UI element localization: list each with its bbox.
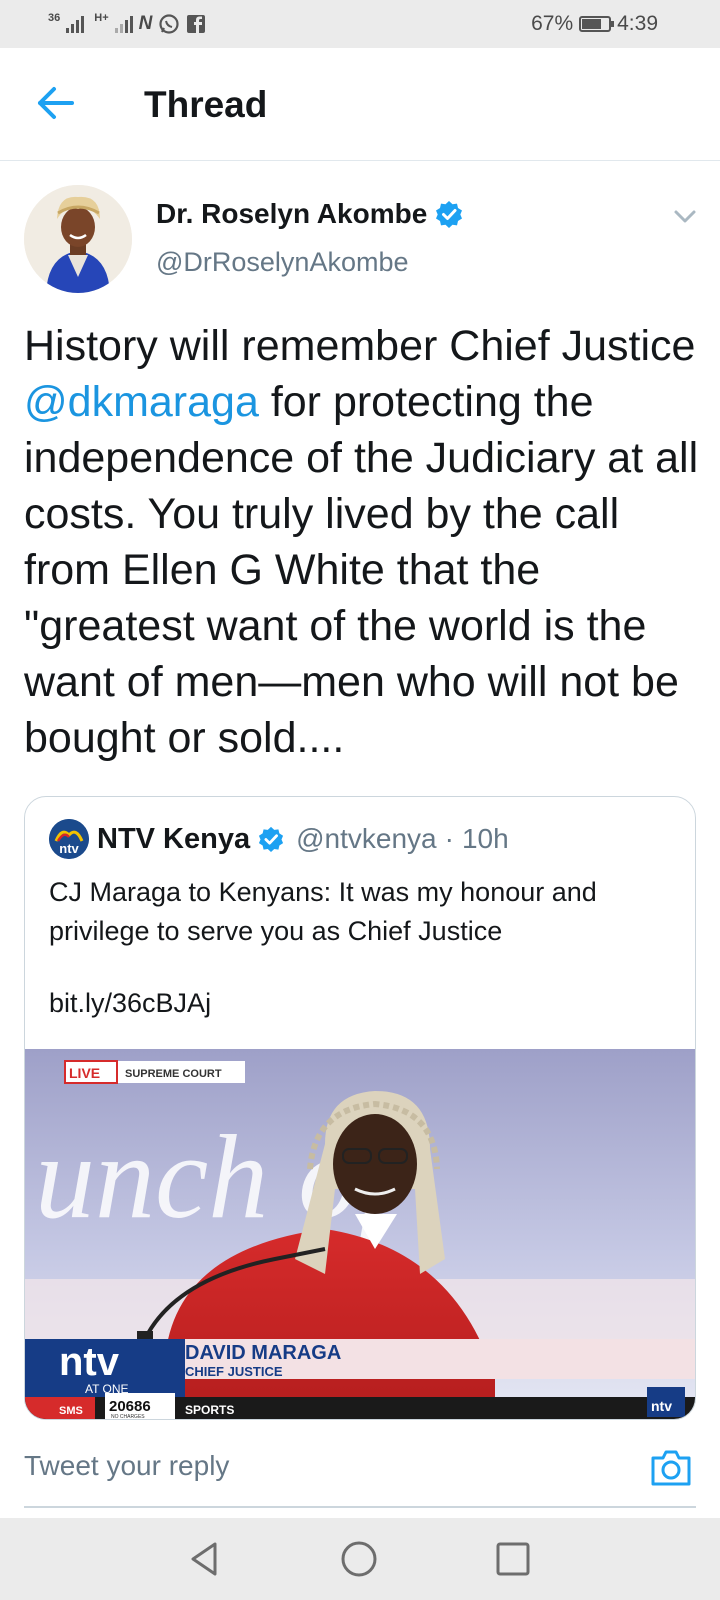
status-right: 67% 4:39 [531,12,658,36]
author-name-row[interactable]: Dr. Roselyn Akombe [156,198,463,230]
svg-text:ntv: ntv [59,841,79,856]
status-left: 36 H+ N [48,12,206,36]
mention-link[interactable]: @dkmaraga [24,378,259,426]
battery-icon [579,16,615,32]
video-frame: unch of LIVE SUPREME COURT ntv AT ONE DA… [25,1049,695,1419]
quoted-tweet-text: CJ Maraga to Kenyans: It was my honour a… [49,877,597,946]
sms-number: 20686 [109,1398,151,1415]
tweet-text: History will remember Chief Justice @dkm… [24,318,714,766]
signal-icon [114,15,133,33]
tweet-text-after: for protecting the independence of the J… [24,378,699,762]
author-name[interactable]: Dr. Roselyn Akombe [156,198,427,230]
status-bar: 36 H+ N 67% 4:39 [0,0,720,48]
ntv-logo-text: ntv [59,1340,120,1384]
network-type-label: 36 [48,12,61,24]
quoted-handle: @ntvkenya [296,823,437,854]
quoted-tweet-link[interactable]: bit.ly/36cBJAj [49,988,211,1019]
quoted-media-image[interactable]: unch of LIVE SUPREME COURT ntv AT ONE DA… [25,1049,695,1419]
verified-badge-icon [259,826,284,852]
verified-badge-icon [436,201,463,228]
page-title: Thread [144,84,268,125]
avatar-image [24,185,132,293]
arrow-left-icon[interactable] [34,81,78,125]
network-type-label: H+ [94,12,109,24]
ntv-logo-avatar: ntv [49,819,89,859]
whatsapp-icon [159,14,179,34]
battery-percent: 67% [531,12,574,35]
quoted-author-name: NTV Kenya [97,822,251,855]
system-nav-bar [0,1518,720,1600]
chevron-down-icon[interactable] [672,204,698,230]
reply-bar[interactable]: Tweet your reply [0,1420,720,1518]
quoted-tweet-card[interactable]: ntv NTV Kenya @ntvkenya · 10h CJ Maraga … [24,796,696,1420]
quoted-tweet-header: ntv NTV Kenya @ntvkenya · 10h [49,819,509,859]
tweet-text-before: History will remember Chief Justice [24,322,696,370]
lower-third-name: DAVID MARAGA [185,1342,341,1364]
author-handle[interactable]: @DrRoselynAkombe [156,247,409,278]
lower-third-title: CHIEF JUSTICE [185,1364,283,1379]
location-label: SUPREME COURT [125,1068,222,1080]
nav-recents-icon[interactable] [492,1538,534,1580]
nav-back-icon[interactable] [184,1538,226,1580]
reply-underline [24,1506,696,1508]
n-app-icon: N [138,13,153,34]
ticker-text: SPORTS [185,1403,234,1417]
app-header: Thread [0,48,720,161]
nav-home-icon[interactable] [338,1538,380,1580]
quoted-time: 10h [461,823,509,854]
facebook-icon [187,15,206,33]
clock: 4:39 [617,12,658,35]
live-label: LIVE [69,1065,100,1081]
avatar[interactable] [24,185,132,293]
meta-separator: · [444,823,454,854]
reply-input[interactable]: Tweet your reply [24,1450,229,1482]
signal-icon [66,15,85,33]
camera-icon[interactable] [650,1447,692,1487]
sms-label: SMS [59,1405,83,1417]
corner-logo: ntv [651,1398,672,1414]
